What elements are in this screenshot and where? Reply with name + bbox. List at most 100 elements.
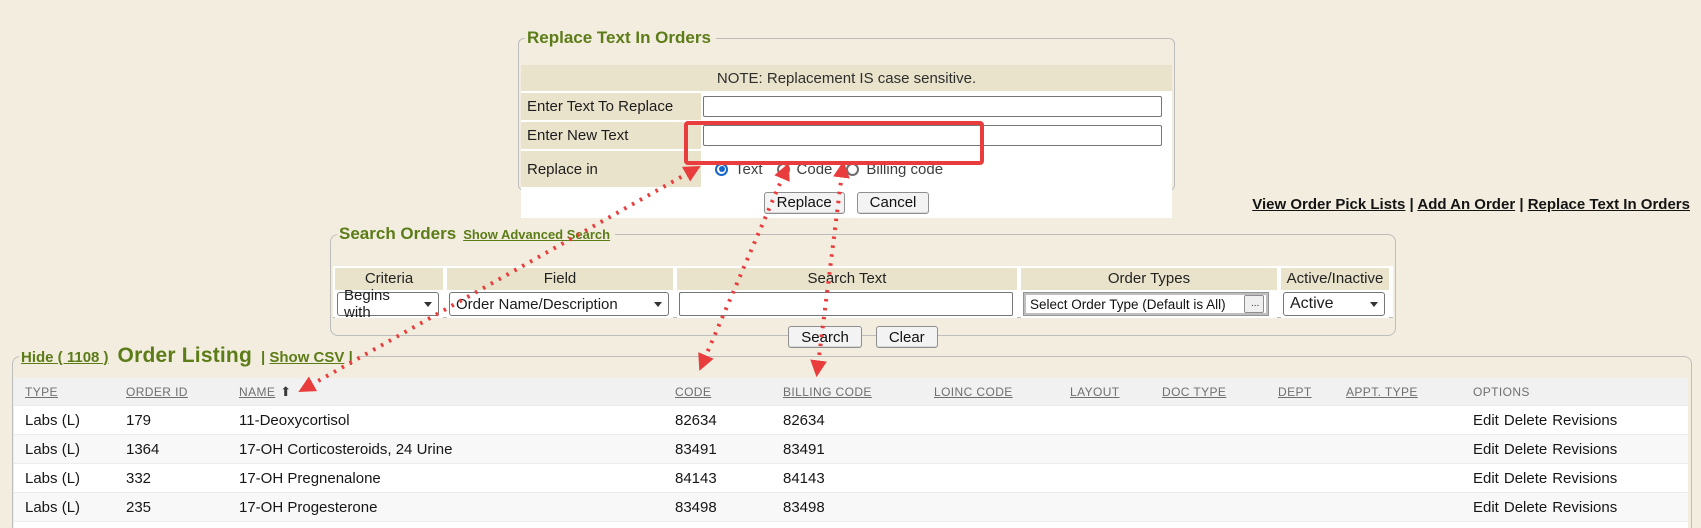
cell-name: 11-Deoxycortisol <box>237 406 673 435</box>
cell-billing-code: 83491 <box>781 435 932 464</box>
table-row: Labs (L)17911-Deoxycortisol8263482634Edi… <box>14 406 1688 435</box>
column-header-layout[interactable]: LAYOUT <box>1068 378 1160 406</box>
radio-option-label: Code <box>797 161 833 178</box>
edit-link[interactable]: Edit <box>1473 412 1499 429</box>
replace-form: NOTE: Replacement IS case sensitive. Ent… <box>521 65 1172 218</box>
search-text-input[interactable] <box>679 292 1013 316</box>
search-panel-title: Search Orders <box>339 224 456 243</box>
cell-options: Edit Delete Revisions <box>1471 435 1688 464</box>
order-listing-title: Order Listing <box>118 344 252 368</box>
column-header-label: DOC TYPE <box>1162 385 1226 399</box>
column-header-appt-type[interactable]: APPT. TYPE <box>1344 378 1471 406</box>
replace-panel-title: Replace Text In Orders <box>525 28 716 48</box>
csv-link-wrap: | Show CSV | <box>261 349 353 366</box>
csv-bar-right: | <box>349 349 353 366</box>
column-header-code[interactable]: CODE <box>673 378 781 406</box>
replace-note-row: NOTE: Replacement IS case sensitive. <box>521 65 1172 93</box>
column-header-name[interactable]: NAME⬆ <box>237 378 673 406</box>
radio-icon[interactable] <box>777 163 790 176</box>
order-type-browse-button[interactable]: ... <box>1244 295 1264 313</box>
edit-link[interactable]: Edit <box>1473 441 1499 458</box>
column-header-label: TYPE <box>25 385 58 399</box>
search-form: CriteriaFieldSearch TextOrder TypesActiv… <box>333 266 1393 318</box>
order-listing-table: TYPE ORDER IDNAME⬆CODEBILLING CODE LOINC C… <box>14 378 1688 528</box>
csv-bar-left: | <box>261 349 265 366</box>
cell-name: 24 Hour Urine Calcium <box>237 522 673 528</box>
column-header-order-id[interactable]: ORDER ID <box>124 378 237 406</box>
edit-link[interactable]: Edit <box>1473 470 1499 487</box>
cell-layout <box>1068 522 1160 528</box>
delete-link[interactable]: Delete <box>1504 470 1547 487</box>
field-select-value: Order Name/Description <box>456 296 618 313</box>
cell-options: EditDeleteRevisions <box>1471 522 1688 528</box>
replace-buttons-row: Replace Cancel <box>521 189 1172 218</box>
new-text-row: Enter New Text <box>521 122 1172 151</box>
cell-loinc-code <box>932 493 1068 522</box>
cell-dept <box>1276 406 1344 435</box>
cell-options: Edit Delete Revisions <box>1471 464 1688 493</box>
column-header-label: BILLING CODE <box>783 385 872 399</box>
cell-doc-type <box>1160 493 1276 522</box>
cell-billing-code: 82340 <box>781 522 932 528</box>
radio-option-text[interactable]: Text <box>715 161 763 178</box>
cell-layout <box>1068 406 1160 435</box>
radio-option-billing-code[interactable]: Billing code <box>846 161 943 178</box>
replace-in-options: Text Code Billing code <box>703 161 943 178</box>
replace-button[interactable]: Replace <box>764 192 845 214</box>
column-header-doc-type[interactable]: DOC TYPE <box>1160 378 1276 406</box>
radio-option-code[interactable]: Code <box>777 161 833 178</box>
cell-doc-type <box>1160 522 1276 528</box>
delete-link[interactable]: Delete <box>1504 499 1547 516</box>
order-action-links: View Order Pick Lists | Add An Order | R… <box>1252 196 1690 213</box>
column-header-label: LOINC CODE <box>934 385 1013 399</box>
column-header-billing-code[interactable]: BILLING CODE <box>781 378 932 406</box>
search-column-header-search-text: Search Text <box>677 268 1017 290</box>
cell-type: Labs (L) <box>14 435 124 464</box>
cell-code: 84143 <box>673 464 781 493</box>
new-text-input[interactable] <box>703 125 1162 146</box>
active-inactive-select[interactable]: Active <box>1283 292 1385 316</box>
cell-doc-type <box>1160 435 1276 464</box>
cancel-button[interactable]: Cancel <box>857 192 930 214</box>
revisions-link[interactable]: Revisions <box>1552 441 1617 458</box>
replace-text-panel: Replace Text In Orders NOTE: Replacement… <box>518 28 1175 191</box>
order-type-picker[interactable]: Select Order Type (Default is All) ... <box>1024 293 1268 315</box>
search-column-header-active-inactive: Active/Inactive <box>1281 268 1389 290</box>
field-select[interactable]: Order Name/Description <box>449 292 669 316</box>
column-header-type[interactable]: TYPE <box>14 378 124 406</box>
cell-order-id: 1372 <box>124 522 237 528</box>
cell-type: Labs (L) <box>14 493 124 522</box>
link-replace-text-in-orders[interactable]: Replace Text In Orders <box>1528 196 1690 213</box>
criteria-select[interactable]: Begins with <box>337 292 439 316</box>
show-csv-link[interactable]: Show CSV <box>269 349 344 366</box>
show-advanced-search-link[interactable]: Show Advanced Search <box>463 227 610 242</box>
delete-link[interactable]: Delete <box>1504 441 1547 458</box>
delete-link[interactable]: Delete <box>1504 412 1547 429</box>
cell-billing-code: 83498 <box>781 493 932 522</box>
link-view-order-pick-lists[interactable]: View Order Pick Lists <box>1252 196 1405 213</box>
criteria-select-value: Begins with <box>344 287 418 321</box>
cell-code: 82634 <box>673 406 781 435</box>
revisions-link[interactable]: Revisions <box>1552 499 1617 516</box>
radio-icon[interactable] <box>846 163 859 176</box>
radio-selected-icon[interactable] <box>715 163 728 176</box>
page: Replace Text In Orders NOTE: Replacement… <box>0 0 1701 528</box>
column-header-label: APPT. TYPE <box>1346 385 1418 399</box>
column-header-loinc-code[interactable]: LOINC CODE <box>932 378 1068 406</box>
edit-link[interactable]: Edit <box>1473 499 1499 516</box>
column-header-dept[interactable]: DEPT <box>1276 378 1344 406</box>
replace-in-row: Replace in TextCodeBilling code <box>521 151 1172 189</box>
link-separator: | <box>1405 196 1417 213</box>
cell-layout <box>1068 464 1160 493</box>
old-text-input[interactable] <box>703 96 1162 117</box>
cell-code: 83491 <box>673 435 781 464</box>
revisions-link[interactable]: Revisions <box>1552 412 1617 429</box>
cell-dept <box>1276 435 1344 464</box>
link-add-an-order[interactable]: Add An Order <box>1417 196 1515 213</box>
cell-appt-type <box>1344 522 1471 528</box>
revisions-link[interactable]: Revisions <box>1552 470 1617 487</box>
new-text-label: Enter New Text <box>521 122 701 149</box>
hide-listing-link[interactable]: Hide ( 1108 ) <box>21 349 109 366</box>
cell-type: Labs (L) <box>14 464 124 493</box>
replace-note-text: NOTE: Replacement IS case sensitive. <box>717 70 976 87</box>
